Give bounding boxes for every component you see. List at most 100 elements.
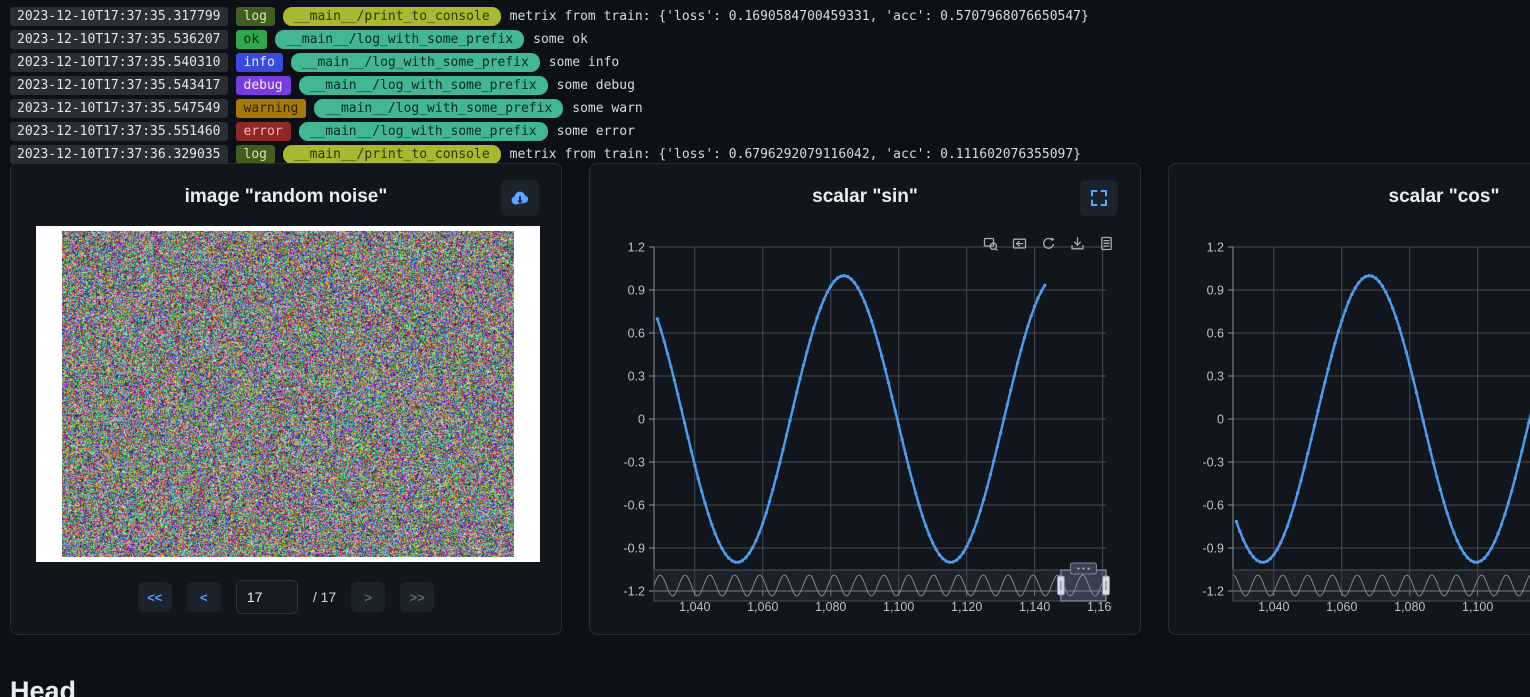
series-point [765,511,768,514]
series-point [1293,503,1296,506]
zoom-reset-icon[interactable] [1012,236,1027,251]
series-point [843,274,846,277]
series-point [686,436,689,439]
first-page-button[interactable]: << [138,582,172,612]
series-point [1242,538,1245,541]
series-point [934,548,937,551]
series-point [1503,513,1506,516]
next-page-button[interactable]: > [351,582,385,612]
log-timestamp: 2023-12-10T17:37:36.329035 [10,145,228,164]
series-point [965,545,968,548]
log-module-badge: __main__/print_to_console [283,7,501,26]
cos-chart-canvas[interactable]: 1.20.90.60.30-0.3-0.6-0.9-1.21,0401,0601… [1185,239,1530,619]
series-point [996,445,999,448]
cos-chart[interactable]: 1.20.90.60.30-0.3-0.6-0.9-1.21,0401,0601… [1185,239,1530,619]
series-point [1019,348,1022,351]
download-image-button[interactable] [501,180,539,216]
series-point [904,452,907,455]
noise-image-frame [36,226,540,562]
datazoom-track[interactable] [654,570,1106,601]
x-tick-label: 1,040 [1258,600,1289,614]
series-point [853,281,856,284]
series-point [1520,450,1523,453]
series-point [887,381,890,384]
log-timestamp: 2023-12-10T17:37:35.543417 [10,76,228,95]
x-tick-label: 1,060 [1326,600,1357,614]
series-point [731,559,734,562]
series-point [788,419,791,422]
series-point [1296,491,1299,494]
series-point [1354,286,1357,289]
log-level-badge: log [236,145,275,164]
series-point [717,540,720,543]
page-number-input[interactable] [236,580,298,614]
series-point [673,379,676,382]
y-tick-label: -0.3 [1202,456,1224,470]
series-point [693,463,696,466]
series-point [870,319,873,322]
series-point [744,556,747,559]
x-tick-label: 1,160 [1087,600,1112,614]
series-point [1016,361,1019,364]
x-tick-label: 1,080 [1394,600,1425,614]
series-point [822,298,825,301]
series-point [795,391,798,394]
datazoom-window[interactable] [1061,570,1106,601]
series-point [1469,559,1472,562]
sin-chart[interactable]: 1.20.90.60.30-0.3-0.6-0.9-1.21,0401,0601… [606,239,1112,619]
series-point [815,316,818,319]
data-view-icon[interactable] [1099,236,1114,251]
series-point [839,275,842,278]
series-point [1371,275,1374,278]
series-point [781,448,784,451]
series-point [720,547,723,550]
series-point [1384,291,1387,294]
series-point [975,520,978,523]
last-page-button[interactable]: >> [400,582,434,612]
prev-page-button[interactable]: < [187,582,221,612]
series-point [982,498,985,501]
series-point [659,328,662,331]
zoom-select-icon[interactable] [983,236,998,251]
x-tick-label: 1,100 [1462,600,1493,614]
y-tick-label: -0.9 [1202,542,1224,556]
series-point [1394,316,1397,319]
series-point [985,486,988,489]
series-point [1323,381,1326,384]
series-point [1272,553,1275,556]
series-point [1422,420,1425,423]
series-point [1013,375,1016,378]
series-point [917,503,920,506]
series-point [724,552,727,555]
series-point [931,541,934,544]
series-point [683,421,686,424]
random-noise-image [62,231,514,557]
series-point [989,473,992,476]
datazoom-track[interactable] [1233,570,1530,601]
series-point [1462,552,1465,555]
restore-icon[interactable] [1041,236,1056,251]
series-point [849,277,852,280]
series-point [771,488,774,491]
series-point [1033,305,1036,308]
series-point [972,529,975,532]
series-point [1023,336,1026,339]
series-point [1425,434,1428,437]
series-point [703,501,706,504]
series-point [1445,511,1448,514]
fullscreen-button-sin[interactable] [1080,180,1118,216]
series-point [924,524,927,527]
series-point [1473,560,1476,563]
series-point [1479,559,1482,562]
log-row: 2023-12-10T17:37:35.317799log__main__/pr… [10,7,1520,26]
series-point [1330,354,1333,357]
cloud-download-icon [509,189,531,208]
save-image-icon[interactable] [1070,236,1085,251]
series-point [700,489,703,492]
series-point [1238,529,1241,532]
log-console: 2023-12-10T17:37:35.317799log__main__/pr… [0,0,1530,170]
sin-chart-canvas[interactable]: 1.20.90.60.30-0.3-0.6-0.9-1.21,0401,0601… [606,239,1112,619]
series-point [1262,561,1265,564]
log-message: metrix from train: {'loss': 0.1690584700… [510,8,1089,25]
series-point [1432,462,1435,465]
